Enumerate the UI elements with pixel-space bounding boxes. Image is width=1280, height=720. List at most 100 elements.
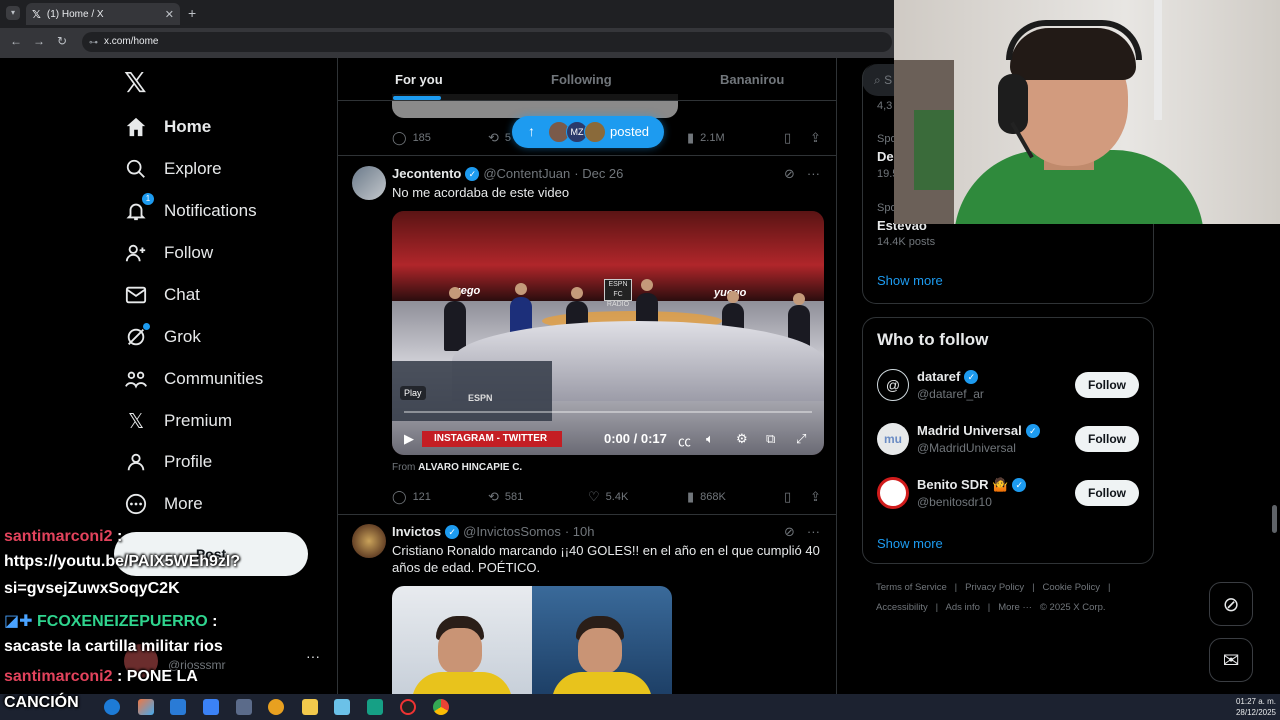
tweet-image[interactable] — [532, 586, 672, 694]
share-icon[interactable]: ⇪ — [810, 489, 821, 505]
tab-bananirou[interactable]: Bananirou — [720, 72, 784, 87]
play-icon[interactable]: ▶ — [404, 431, 414, 447]
account-more-icon[interactable]: ··· — [306, 648, 320, 664]
tab-close-icon[interactable]: ✕ — [165, 8, 174, 21]
folder-icon[interactable] — [302, 699, 318, 715]
store-icon[interactable] — [203, 699, 219, 715]
nav-explore[interactable]: Explore — [124, 154, 222, 184]
x-logo-icon[interactable]: 𝕏 — [124, 66, 147, 99]
nav-chat[interactable]: Chat — [124, 280, 200, 310]
footer-link[interactable]: Cookie Policy — [1043, 582, 1101, 593]
app-icon[interactable] — [268, 699, 284, 715]
browser-tab-home[interactable]: 𝕏 (1) Home / X ✕ — [26, 3, 180, 25]
bell-icon: 1 — [124, 193, 154, 223]
more-options-icon[interactable]: ··· — [807, 524, 820, 540]
share-icon[interactable]: ⇪ — [810, 130, 821, 146]
reply-button[interactable]: ◯ 121 — [392, 489, 431, 505]
views-button[interactable]: ▮ 2.1M — [687, 130, 725, 146]
settings-gear-icon[interactable]: ⚙ — [736, 431, 748, 447]
clock-time: 01:27 a. m. — [1235, 697, 1276, 706]
who-to-follow-show-more-link[interactable]: Show more — [877, 536, 943, 551]
tab-for-you[interactable]: For you — [395, 72, 443, 87]
app-icon[interactable] — [334, 699, 350, 715]
grok-fab-icon[interactable]: ⊘ — [1209, 582, 1253, 626]
footer-link[interactable]: More ··· — [998, 602, 1032, 613]
obs-icon[interactable] — [400, 699, 416, 715]
tweet-author-name[interactable]: Jecontento — [392, 166, 461, 181]
app-icon[interactable] — [367, 699, 383, 715]
nav-communities[interactable]: Communities — [124, 364, 263, 394]
suggestion-avatar[interactable]: mu — [877, 423, 909, 455]
nav-profile[interactable]: Profile — [124, 447, 212, 477]
suggestion-name[interactable]: Madrid Universal ✓ — [917, 423, 1040, 438]
mail-app-icon[interactable] — [170, 699, 186, 715]
retweet-icon: ⟲ — [488, 130, 499, 145]
footer-link[interactable]: Accessibility — [876, 602, 928, 613]
volume-icon[interactable]: 🔈︎ — [706, 431, 714, 447]
like-count: 5.4K — [605, 491, 629, 503]
footer-link[interactable]: Ads info — [946, 602, 980, 613]
trends-show-more-link[interactable]: Show more — [877, 273, 943, 288]
who-to-follow-panel: Who to follow @ dataref ✓ @dataref_ar Fol… — [862, 317, 1154, 564]
tweet-date[interactable]: · Dec 26 — [574, 166, 623, 181]
nav-premium[interactable]: 𝕏 Premium — [124, 406, 232, 436]
tweet-author-name[interactable]: Invictos — [392, 524, 441, 539]
like-button[interactable]: ♡ 5.4K — [588, 489, 628, 505]
footer-link[interactable]: Terms of Service — [876, 582, 947, 593]
video-source-name[interactable]: ALVARO HINCAPIE C. — [418, 462, 522, 473]
grok-icon[interactable]: ⊘ — [784, 524, 795, 540]
tweet-image[interactable] — [392, 586, 532, 694]
retweet-button[interactable]: ⟲ 5 — [488, 130, 511, 146]
more-options-icon[interactable]: ··· — [807, 166, 820, 182]
suggestion-avatar[interactable] — [877, 477, 909, 509]
copilot-icon[interactable] — [138, 699, 154, 715]
follow-button[interactable]: Follow — [1075, 372, 1139, 398]
tweet-video[interactable]: uego yuego ESPN FC RADIO ESPN Play INSTA… — [392, 211, 824, 455]
nav-notifications[interactable]: 1 Notifications — [124, 193, 257, 226]
new-tab-button[interactable]: + — [188, 5, 196, 21]
bookmark-icon[interactable]: ▯ — [784, 130, 791, 146]
picture-in-picture-icon[interactable]: ⧉ — [766, 431, 775, 447]
url-field[interactable]: ⊶ x.com/home — [82, 32, 892, 52]
suggestion-name[interactable]: Benito SDR 🤷 ✓ — [917, 477, 1027, 493]
tweet-avatar[interactable] — [352, 524, 386, 558]
tab-following[interactable]: Following — [551, 72, 612, 87]
tweet-top-icons: ⊘ ··· — [784, 524, 820, 540]
tweet-avatar[interactable] — [352, 166, 386, 200]
footer-links-row: Terms of Service | Privacy Policy | Cook… — [876, 582, 1110, 593]
nav-grok[interactable]: Grok — [124, 322, 201, 352]
nav-more[interactable]: More — [124, 489, 203, 519]
tweet-author-handle[interactable]: @InvictosSomos — [463, 524, 561, 539]
tweet-date[interactable]: · 10h — [565, 524, 595, 539]
retweet-button[interactable]: ⟲ 581 — [488, 489, 523, 505]
tweet-author-handle[interactable]: @ContentJuan — [483, 166, 570, 181]
video-progress-bar[interactable] — [404, 411, 812, 413]
captions-icon[interactable]: ㏄ — [678, 431, 691, 450]
reload-icon[interactable]: ↻ — [57, 34, 67, 48]
studio-person-head — [571, 287, 583, 299]
taskbar-clock[interactable]: 01:27 a. m. 28/12/2025 — [1232, 696, 1276, 718]
edge-icon[interactable] — [104, 699, 120, 715]
reply-button[interactable]: ◯ 185 — [392, 130, 431, 146]
follow-button[interactable]: Follow — [1075, 426, 1139, 452]
app-icon[interactable] — [236, 699, 252, 715]
new-posts-pill[interactable]: ↑ MZ posted — [512, 116, 664, 148]
back-arrow-icon[interactable]: ← — [10, 34, 22, 48]
follow-button[interactable]: Follow — [1075, 480, 1139, 506]
site-info-icon[interactable]: ⊶ — [89, 32, 98, 52]
grok-icon — [124, 323, 150, 349]
suggestion-name[interactable]: dataref ✓ — [917, 369, 979, 384]
suggestion-avatar[interactable]: @ — [877, 369, 909, 401]
views-button[interactable]: ▮ 868K — [687, 489, 726, 505]
messages-fab-icon[interactable]: ✉ — [1209, 638, 1253, 682]
forward-arrow-icon[interactable]: → — [33, 34, 45, 48]
grok-icon[interactable]: ⊘ — [784, 166, 795, 182]
nav-follow[interactable]: Follow — [124, 238, 213, 268]
fullscreen-icon[interactable]: ⤢ — [796, 431, 806, 447]
chrome-icon[interactable] — [433, 699, 449, 715]
tab-search-dropdown[interactable]: ▾ — [6, 6, 20, 20]
footer-link[interactable]: Privacy Policy — [965, 582, 1024, 593]
page-scrollbar[interactable] — [1272, 505, 1277, 533]
nav-home[interactable]: Home — [124, 112, 211, 142]
bookmark-icon[interactable]: ▯ — [784, 489, 791, 505]
